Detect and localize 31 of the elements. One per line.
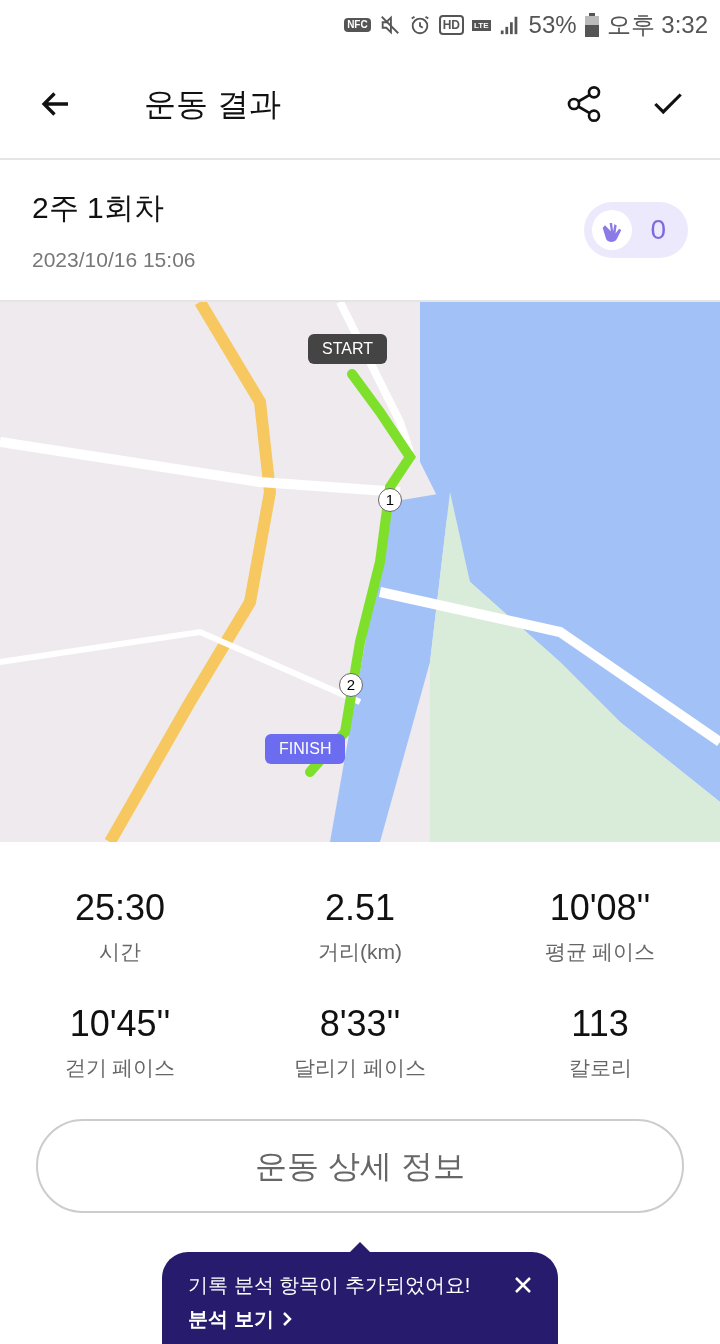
session-title: 2주 1회차	[32, 189, 165, 226]
battery-icon	[584, 13, 599, 37]
clap-button[interactable]: 0	[584, 202, 688, 258]
hd-icon: HD	[438, 15, 465, 35]
start-marker: START	[308, 334, 387, 364]
stat-label: 평균 페이스	[544, 939, 656, 965]
stat-value: 113	[571, 1003, 629, 1044]
nfc-icon: NFC	[344, 18, 371, 32]
clock: 오후 3:32	[606, 10, 708, 40]
stat-label: 거리(km)	[318, 939, 402, 965]
stat-value: 2.51	[324, 888, 396, 928]
clap-icon	[592, 210, 633, 250]
stat-value: 25:30	[74, 888, 166, 928]
stat-label: 시간	[99, 939, 141, 965]
stat-label: 달리기 페이스	[294, 1054, 426, 1081]
stat-value: 10'45''	[69, 1003, 171, 1044]
mute-icon	[378, 14, 401, 36]
page-title: 운동 결과	[144, 85, 282, 124]
stat-label: 걷기 페이스	[64, 1054, 176, 1081]
stat-value: 10'08''	[549, 888, 651, 928]
lte-icon: LTE	[472, 19, 491, 31]
route-map[interactable]: START 1 2 FINISH	[0, 302, 720, 842]
battery-level: 53%	[528, 10, 577, 40]
stat-value: 8'33''	[319, 1003, 401, 1044]
session-date: 2023/10/16 15:06	[32, 246, 196, 273]
analysis-link[interactable]: 분석 보기	[188, 1304, 532, 1334]
toast-message: 기록 분석 항목이 추가되었어요!	[188, 1273, 471, 1298]
stat-label: 칼로리	[568, 1054, 632, 1081]
close-icon	[513, 1275, 533, 1295]
detail-button[interactable]: 운동 상세 정보	[36, 1119, 684, 1213]
finish-marker: FINISH	[265, 734, 346, 764]
